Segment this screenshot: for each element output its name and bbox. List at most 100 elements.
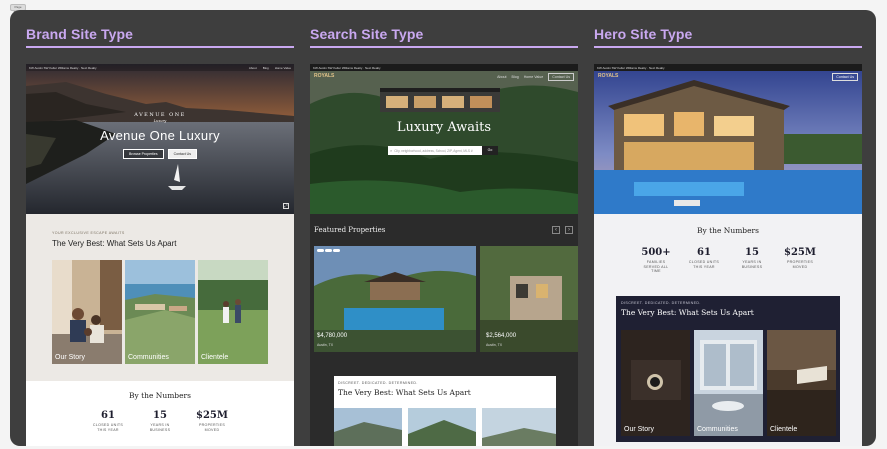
brand-nav-home-value[interactable]: Home Value xyxy=(275,66,291,70)
hero-about-heading: The Very Best: What Sets Us Apart xyxy=(621,308,754,317)
clientele-image xyxy=(198,260,268,364)
search-nav-links: About Blog Home Value Contact Us xyxy=(497,73,574,81)
search-about-heading: The Very Best: What Sets Us Apart xyxy=(338,388,471,397)
brand-hero-copy: AVENUE ONE Luxury Avenue One Luxury Brow… xyxy=(26,112,294,159)
search-column-title: Search Site Type xyxy=(310,26,424,42)
hero-stat-families-value: 500+ xyxy=(641,247,671,258)
listing-card-2[interactable]: $2,564,000 Austin, TX xyxy=(480,246,578,352)
brand-logo-line2: Luxury xyxy=(153,119,167,123)
hero-brand-logo[interactable]: ROYALS xyxy=(598,73,618,79)
brand-about-heading: The Very Best: What Sets Us Apart xyxy=(52,239,177,248)
brand-numbers-section: By the Numbers 61 CLOSED UNITS THIS YEAR … xyxy=(26,381,294,446)
search-about-section: DISCREET. DEDICATED. DETERMINED. The Ver… xyxy=(310,364,578,446)
hero-numbers-title: By the Numbers xyxy=(697,226,759,235)
search-about-eyebrow: DISCREET. DEDICATED. DETERMINED. xyxy=(338,381,418,385)
our-story-image xyxy=(52,260,122,364)
next-arrow-icon[interactable]: › xyxy=(565,226,573,234)
hero-hero: KW Austin SW Keller Williams Realty · Ne… xyxy=(594,64,862,214)
communities-image xyxy=(125,260,195,364)
hero-card-communities[interactable]: Communities xyxy=(694,330,763,436)
clientele-label: Clientele xyxy=(201,354,229,361)
brand-numbers-grid: 61 CLOSED UNITS THIS YEAR 15 YEARS IN BUSI… xyxy=(26,410,294,432)
listing-2-location: Austin, TX xyxy=(486,343,503,347)
hero-card-our-story[interactable]: Our Story xyxy=(621,330,690,436)
brand-stat-closed: 61 CLOSED UNITS THIS YEAR xyxy=(91,410,125,432)
listing-card-1[interactable]: $4,780,000 Austin, TX xyxy=(314,246,476,352)
hero-our-story-label: Our Story xyxy=(624,426,654,433)
brand-stat-years-value: 15 xyxy=(153,410,167,421)
brand-nav-about[interactable]: About xyxy=(249,66,257,70)
hero-about-card: DISCREET. DEDICATED. DETERMINED. The Ver… xyxy=(616,296,840,442)
hero-site-preview[interactable]: KW Austin SW Keller Williams Realty · Ne… xyxy=(594,64,862,446)
hero-card-clientele[interactable]: Clientele xyxy=(767,330,836,436)
hero-nav: KW Austin SW Keller Williams Realty · Ne… xyxy=(594,64,862,71)
brand-card-communities[interactable]: Communities xyxy=(125,260,195,364)
brand-nav: KW Austin SW Keller Williams Realty · Ne… xyxy=(26,64,294,71)
listing-2-price: $2,564,000 xyxy=(486,333,517,339)
brand-hero-title: Avenue One Luxury xyxy=(100,128,220,143)
search-bar[interactable]: ⌕ City, neighborhood, address, School, Z… xyxy=(388,146,498,155)
search-about-images xyxy=(334,408,556,446)
hero-numbers-section: By the Numbers 500+ FAMILIES SERVED ALL T… xyxy=(594,214,862,294)
search-nav-agent: KW Austin SW Keller Williams Realty · Ne… xyxy=(313,65,381,70)
hero-stat-families-label: FAMILIES SERVED ALL TIME xyxy=(643,260,669,274)
brand-about-eyebrow: YOUR EXCLUSIVE ESCAPE AWAITS xyxy=(52,231,125,235)
brand-column-title: Brand Site Type xyxy=(26,26,134,42)
prev-arrow-icon[interactable]: ‹ xyxy=(552,226,560,234)
brand-numbers-title: By the Numbers xyxy=(129,391,191,400)
hero-contact-button[interactable]: Contact Us xyxy=(832,73,858,81)
hero-stat-moved-label: PROPERTIES MOVED xyxy=(786,260,814,269)
brand-nav-blog[interactable]: Blog xyxy=(263,66,269,70)
brand-nav-agent: KW Austin SW Keller Williams Realty · Ne… xyxy=(29,65,97,70)
brand-logo-line1: AVENUE ONE xyxy=(134,112,186,118)
brand-stat-moved-label: PROPERTIES MOVED xyxy=(198,423,226,432)
hero-stat-closed-value: 61 xyxy=(697,247,711,258)
hero-clientele-label: Clientele xyxy=(770,426,798,433)
our-story-label: Our Story xyxy=(55,354,85,361)
expand-icon[interactable]: ⤢ xyxy=(283,203,289,209)
hero-numbers-grid: 500+ FAMILIES SERVED ALL TIME 61 CLOSED UN… xyxy=(594,247,862,274)
search-nav-blog[interactable]: Blog xyxy=(512,75,519,79)
brand-card-our-story[interactable]: Our Story xyxy=(52,260,122,364)
search-site-preview[interactable]: KW Austin SW Keller Williams Realty · Ne… xyxy=(310,64,578,446)
search-contact-button[interactable]: Contact Us xyxy=(548,73,574,81)
hero-column-rule xyxy=(594,46,862,48)
search-nav-about[interactable]: About xyxy=(497,75,506,79)
hero-stat-years-value: 15 xyxy=(745,247,759,258)
listing-1-badges xyxy=(317,249,340,252)
hero-stat-closed: 61 CLOSED UNITS THIS YEAR xyxy=(687,247,721,274)
badge-icon xyxy=(333,249,340,252)
hero-stat-years-label: YEARS IN BUSINESS xyxy=(741,260,763,269)
search-hero: KW Austin SW Keller Williams Realty · Ne… xyxy=(310,64,578,214)
brand-about-section: YOUR EXCLUSIVE ESCAPE AWAITS The Very Be… xyxy=(26,214,294,381)
search-icon: ⌕ xyxy=(390,148,393,153)
brand-stat-years-label: YEARS IN BUSINESS xyxy=(149,423,171,432)
listing-1-price: $4,780,000 xyxy=(317,333,348,339)
brand-column: Brand Site Type KW Austin SW Keller Will… xyxy=(26,10,294,446)
search-hero-image xyxy=(310,64,578,214)
hero-column: Hero Site Type KW Austin SW Keller Willi… xyxy=(594,10,862,446)
contact-us-button[interactable]: Contact Us xyxy=(167,149,197,159)
search-go-button[interactable]: Go xyxy=(482,146,498,155)
search-column-rule xyxy=(310,46,578,48)
brand-site-preview[interactable]: KW Austin SW Keller Williams Realty · Ne… xyxy=(26,64,294,446)
brand-card-clientele[interactable]: Clientele xyxy=(198,260,268,364)
communities-label: Communities xyxy=(128,354,169,361)
featured-section: Featured Properties ‹ › $4,780,000 Austi… xyxy=(310,214,578,364)
hero-clientele-image xyxy=(767,330,836,436)
search-brand-logo[interactable]: ROYALS xyxy=(314,73,334,79)
hero-stat-moved-value: $25M xyxy=(784,247,816,258)
hero-communities-image xyxy=(694,330,763,436)
hero-hero-image xyxy=(594,64,862,214)
search-input[interactable]: City, neighborhood, address, School, ZIP… xyxy=(394,149,482,153)
hero-column-title: Hero Site Type xyxy=(594,26,693,42)
hero-about-eyebrow: DISCREET. DEDICATED. DETERMINED. xyxy=(621,301,701,305)
brand-stat-closed-label: CLOSED UNITS THIS YEAR xyxy=(92,423,124,432)
hero-nav-agent: KW Austin SW Keller Williams Realty · Ne… xyxy=(597,65,665,70)
search-nav-home-value[interactable]: Home Value xyxy=(524,75,544,79)
brand-hero: KW Austin SW Keller Williams Realty · Ne… xyxy=(26,64,294,214)
hero-stat-moved: $25M PROPERTIES MOVED xyxy=(783,247,817,274)
hero-communities-label: Communities xyxy=(697,426,738,433)
brand-stat-closed-value: 61 xyxy=(101,410,115,421)
browse-properties-button[interactable]: Browse Properties xyxy=(123,149,164,159)
